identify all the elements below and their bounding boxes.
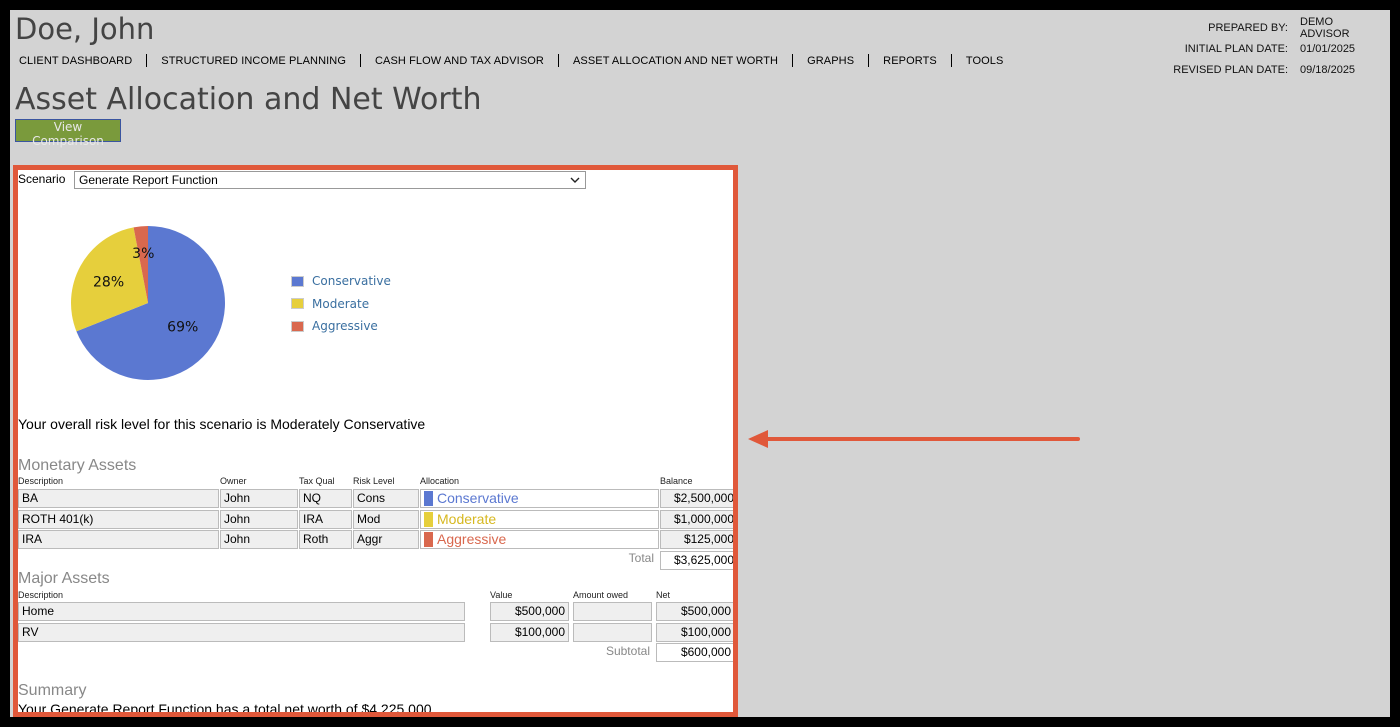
- nav-divider: [557, 54, 559, 67]
- legend-label: Conservative: [312, 274, 391, 289]
- major-description-cell[interactable]: RV: [18, 623, 465, 642]
- monetary-allocation-cell[interactable]: Moderate: [420, 510, 659, 529]
- legend-item-aggressive: Aggressive: [291, 315, 391, 338]
- legend-label: Aggressive: [312, 319, 378, 334]
- nav-divider: [868, 54, 870, 67]
- monetary-risk-cell[interactable]: Cons: [353, 489, 419, 508]
- monetary-balance-cell[interactable]: $1,000,000: [660, 510, 733, 529]
- pie-label-conservative: 69%: [167, 320, 198, 336]
- nav-divider: [146, 54, 148, 67]
- client-name: Doe, John: [15, 12, 155, 46]
- col-header-tax-qual: Tax Qual: [299, 476, 335, 486]
- col-header-balance: Balance: [660, 476, 693, 486]
- pie-label-moderate: 28%: [93, 274, 124, 290]
- view-comparison-button[interactable]: View Comparison: [15, 119, 121, 148]
- plan-value: 09/18/2025: [1300, 63, 1356, 76]
- col-header-net: Net: [656, 590, 671, 600]
- monetary-risk-cell[interactable]: Aggr: [353, 530, 419, 549]
- monetary-owner-cell[interactable]: John: [220, 510, 298, 529]
- major-subtotal-value: $600,000: [656, 643, 733, 662]
- plan-label: INITIAL PLAN DATE:: [1184, 42, 1288, 55]
- legend-swatch: [291, 298, 304, 310]
- allocation-label: Aggressive: [437, 531, 507, 547]
- monetary-total-label: Total: [628, 551, 654, 565]
- legend-swatch: [291, 320, 304, 332]
- pie-label-aggressive: 3%: [132, 246, 154, 262]
- col-header-allocation: Allocation: [420, 476, 460, 486]
- summary-title: Summary: [18, 682, 87, 699]
- monetary-owner-cell[interactable]: John: [220, 489, 298, 508]
- nav-divider: [950, 54, 952, 67]
- legend-item-moderate: Moderate: [291, 293, 391, 316]
- monetary-description-cell[interactable]: IRA: [18, 530, 219, 549]
- plan-value: DEMO ADVISOR: [1300, 15, 1350, 40]
- scenario-select[interactable]: Generate Report Function: [74, 171, 586, 189]
- legend-swatch: [291, 275, 304, 287]
- allocation-label: Moderate: [437, 511, 497, 527]
- col-header-amount-owed: Amount owed: [573, 590, 629, 600]
- app-window: Doe, John PREPARED BY: DEMO ADVISOR INIT…: [10, 10, 1390, 717]
- monetary-owner-cell[interactable]: John: [220, 530, 298, 549]
- plan-label: REVISED PLAN DATE:: [1173, 63, 1288, 76]
- nav-client-dashboard[interactable]: CLIENT DASHBOARD: [10, 55, 141, 67]
- allocation-swatch: [424, 512, 433, 527]
- monetary-tax-qual-cell[interactable]: IRA: [299, 510, 352, 529]
- page-title: Asset Allocation and Net Worth: [15, 82, 482, 117]
- allocation-label: Conservative: [437, 490, 519, 506]
- chevron-down-icon: [570, 177, 580, 183]
- major-subtotal-label: Subtotal: [605, 644, 650, 658]
- major-assets-title: Major Assets: [18, 570, 110, 587]
- monetary-balance-cell[interactable]: $2,500,000: [660, 489, 733, 508]
- monetary-tax-qual-cell[interactable]: Roth: [299, 530, 352, 549]
- monetary-total-value: $3,625,000: [660, 551, 733, 570]
- legend-item-conservative: Conservative: [291, 270, 391, 293]
- main-nav: CLIENT DASHBOARD STRUCTURED INCOME PLANN…: [10, 54, 1012, 67]
- allocation-pie-chart: 69% 28% 3%: [71, 226, 226, 380]
- allocation-swatch: [424, 491, 433, 506]
- nav-reports[interactable]: REPORTS: [874, 55, 946, 67]
- monetary-description-cell[interactable]: BA: [18, 489, 219, 508]
- revised-plan-date-row: REVISED PLAN DATE: 09/18/2025: [1158, 59, 1368, 80]
- nav-graphs[interactable]: GRAPHS: [798, 55, 863, 67]
- major-amount-owed-cell[interactable]: [573, 623, 652, 642]
- allocation-panel: Scenario Generate Report Function 69% 28%…: [13, 165, 738, 717]
- prepared-by-row: PREPARED BY: DEMO ADVISOR: [1158, 15, 1368, 40]
- major-amount-owed-cell[interactable]: [573, 602, 652, 621]
- risk-level-text: Your overall risk level for this scenari…: [18, 416, 426, 432]
- plan-value: 01/01/2025: [1300, 42, 1356, 55]
- col-header-value: Value: [490, 590, 513, 600]
- col-header-owner: Owner: [220, 476, 247, 486]
- col-header-risk-level: Risk Level: [353, 476, 395, 486]
- plan-label: PREPARED BY:: [1208, 21, 1288, 34]
- pie-legend: Conservative Moderate Aggressive: [291, 270, 391, 338]
- monetary-allocation-cell[interactable]: Conservative: [420, 489, 659, 508]
- nav-cash-flow-tax-advisor[interactable]: CASH FLOW AND TAX ADVISOR: [366, 55, 553, 67]
- monetary-allocation-cell[interactable]: Aggressive: [420, 530, 659, 549]
- annotation-arrow-icon: [748, 430, 1080, 448]
- nav-tools[interactable]: TOOLS: [957, 55, 1013, 67]
- major-net-cell[interactable]: $500,000: [656, 602, 733, 621]
- monetary-tax-qual-cell[interactable]: NQ: [299, 489, 352, 508]
- scenario-selected-value: Generate Report Function: [79, 173, 218, 187]
- col-header-description: Description: [18, 590, 64, 600]
- initial-plan-date-row: INITIAL PLAN DATE: 01/01/2025: [1158, 38, 1368, 59]
- scenario-label: Scenario: [18, 172, 66, 186]
- nav-structured-income-planning[interactable]: STRUCTURED INCOME PLANNING: [152, 55, 355, 67]
- monetary-assets-title: Monetary Assets: [18, 457, 137, 474]
- summary-text: Your Generate Report Function has a tota…: [18, 701, 432, 717]
- major-value-cell[interactable]: $100,000: [490, 623, 569, 642]
- allocation-swatch: [424, 532, 433, 547]
- nav-divider: [360, 54, 361, 67]
- plan-info: PREPARED BY: DEMO ADVISOR INITIAL PLAN D…: [1158, 15, 1368, 80]
- major-net-cell[interactable]: $100,000: [656, 623, 733, 642]
- nav-divider: [792, 54, 794, 67]
- major-description-cell[interactable]: Home: [18, 602, 465, 621]
- monetary-description-cell[interactable]: ROTH 401(k): [18, 510, 219, 529]
- major-value-cell[interactable]: $500,000: [490, 602, 569, 621]
- legend-label: Moderate: [312, 296, 370, 311]
- col-header-description: Description: [18, 476, 64, 486]
- nav-asset-allocation-net-worth[interactable]: ASSET ALLOCATION AND NET WORTH: [564, 55, 787, 67]
- monetary-balance-cell[interactable]: $125,000: [660, 530, 733, 549]
- monetary-risk-cell[interactable]: Mod: [353, 510, 419, 529]
